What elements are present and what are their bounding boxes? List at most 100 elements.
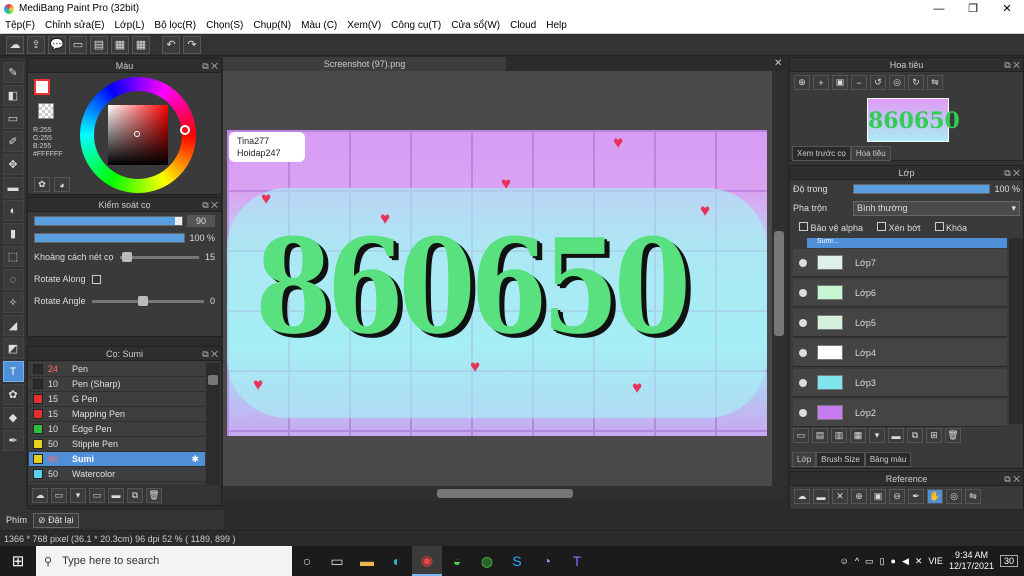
panel-close-icon[interactable]: ⧉ ✕ xyxy=(1004,472,1020,486)
divide-icon[interactable]: ✒ xyxy=(2,430,24,451)
reset-button[interactable]: ⊘ Đặt lại xyxy=(33,512,79,528)
delete-layer-icon[interactable]: 🗑 xyxy=(945,428,961,443)
chrome-icon[interactable]: ◉ xyxy=(412,546,442,576)
clock[interactable]: 9:34 AM 12/17/2021 xyxy=(949,550,994,572)
layer-scrollbar[interactable] xyxy=(1009,238,1023,424)
medibang-taskbar-icon[interactable]: ◒ xyxy=(442,546,472,576)
folder-icon[interactable]: ▬ xyxy=(108,487,124,503)
canvas-vertical-scrollbar[interactable] xyxy=(772,71,786,486)
menu-item[interactable]: Tệp(F) xyxy=(0,20,40,31)
navigator-thumbnail[interactable]: 860650 xyxy=(867,98,960,142)
edge-icon[interactable]: ◐ xyxy=(382,546,412,576)
layer-row[interactable]: Lớp2 xyxy=(793,399,1007,427)
document-tab[interactable]: Screenshot (97).png xyxy=(223,57,506,71)
panel-close-icon[interactable]: ⧉ ✕ xyxy=(202,59,218,73)
spacing-knob[interactable] xyxy=(121,251,132,262)
skype-icon[interactable]: S xyxy=(502,546,532,576)
visibility-icon[interactable] xyxy=(799,318,807,327)
windows-start-icon[interactable]: ⊞ xyxy=(0,546,36,576)
rotate-angle-knob[interactable] xyxy=(137,295,148,306)
maximize-button[interactable]: ❐ xyxy=(956,0,990,17)
copy-brush-icon[interactable]: ⧉ xyxy=(127,487,143,503)
layer-opacity-bar[interactable] xyxy=(853,184,990,194)
select-eraser-icon[interactable]: ◩ xyxy=(2,338,24,359)
layer-row[interactable]: Lớp7 xyxy=(793,249,1007,277)
menu-item[interactable]: Xem(V) xyxy=(342,20,386,31)
scroll-thumb[interactable] xyxy=(774,231,784,336)
magic-wand-icon[interactable]: ✧ xyxy=(2,292,24,313)
teams-icon[interactable]: T xyxy=(562,546,592,576)
canvas-area[interactable]: Tina277 Hoidap247 ♥ ♥ ♥ ♥ ♥ ♥ ♥ ♥ 860650 xyxy=(223,71,772,486)
clip-checkbox[interactable] xyxy=(877,221,887,231)
browser-icon[interactable]: ◍ xyxy=(472,546,502,576)
zoom-in-icon[interactable]: + xyxy=(813,75,829,90)
new-halftone-layer-icon[interactable]: ▤ xyxy=(812,428,828,443)
duplicate-layer-icon[interactable]: ⧉ xyxy=(907,428,923,443)
menu-item[interactable]: Lớp(L) xyxy=(110,20,150,31)
taskbar-search[interactable]: ⚲ Type here to search xyxy=(36,546,292,576)
brush-size-bar[interactable] xyxy=(34,216,183,226)
layer-menu-icon[interactable]: ▾ xyxy=(869,428,885,443)
open-folder-icon[interactable]: ▬ xyxy=(813,489,829,504)
language-indicator[interactable]: VIE xyxy=(928,556,943,566)
tab-brush-preview[interactable]: Xem trước cọ xyxy=(792,146,851,161)
eyedropper-icon[interactable]: ✒ xyxy=(908,489,924,504)
merge-layer-icon[interactable]: ⊞ xyxy=(926,428,942,443)
file-explorer-icon[interactable]: ▬ xyxy=(352,546,382,576)
undo-icon[interactable]: ↶ xyxy=(162,35,180,54)
color-palette-icon[interactable]: ◕ xyxy=(54,177,70,192)
layer-panel-tab[interactable]: Bảng màu xyxy=(864,452,912,467)
brush-item[interactable]: 10 Pen (Sharp) xyxy=(29,377,205,392)
lock-option[interactable]: Khóa xyxy=(929,221,967,233)
scroll-thumb[interactable] xyxy=(437,489,573,498)
brush-item[interactable]: 10 Edge Pen xyxy=(29,422,205,437)
reset-rotate-icon[interactable]: ◎ xyxy=(889,75,905,90)
grid-icon[interactable]: ▦ xyxy=(132,35,150,54)
network-icon[interactable]: ▭ xyxy=(865,556,874,567)
add-brush-icon[interactable]: ▾ xyxy=(70,487,86,503)
cloud-brush-icon[interactable]: ☁ xyxy=(32,487,48,503)
menu-item[interactable]: Chụp(N) xyxy=(248,20,296,31)
color-picker-icon[interactable]: ✿ xyxy=(34,177,50,192)
task-view-icon[interactable]: ▭ xyxy=(322,546,352,576)
rotate-along-checkbox[interactable] xyxy=(91,274,101,284)
show-hidden-icon[interactable]: ^ xyxy=(855,556,859,566)
fit-icon[interactable]: ▣ xyxy=(832,75,848,90)
layer-row[interactable]: Lớp4 xyxy=(793,339,1007,367)
operation-icon[interactable]: ✿ xyxy=(2,384,24,405)
panel-close-icon[interactable]: ⧉ ✕ xyxy=(1004,58,1020,72)
panel-close-icon[interactable]: ⧉ ✕ xyxy=(1004,166,1020,180)
visibility-icon[interactable] xyxy=(799,348,807,357)
move-icon[interactable]: ✥ xyxy=(2,154,24,175)
close-icon[interactable]: ✕ xyxy=(832,489,848,504)
brush-list-scrollbar[interactable] xyxy=(206,363,220,485)
menu-item[interactable]: Chọn(S) xyxy=(201,20,248,31)
new-8bit-layer-icon[interactable]: ▥ xyxy=(831,428,847,443)
brush-settings-icon[interactable]: ▭ xyxy=(89,487,105,503)
brush-item[interactable]: 15 G Pen xyxy=(29,392,205,407)
brush-size-value[interactable]: 90 xyxy=(187,215,215,227)
clip-option[interactable]: Xén bớt xyxy=(871,221,921,233)
rotate-icon[interactable]: ◎ xyxy=(946,489,962,504)
saturation-value-square[interactable] xyxy=(108,105,168,165)
flip-icon[interactable]: ⇋ xyxy=(927,75,943,90)
comment-icon[interactable]: 💬 xyxy=(48,35,66,54)
canvas-horizontal-scrollbar[interactable] xyxy=(223,486,786,500)
brush-item[interactable]: 90 Sumi ✱ xyxy=(29,452,205,467)
document-close-icon[interactable]: ✕ xyxy=(774,58,782,69)
panel-close-icon[interactable]: ⧉ ✕ xyxy=(202,347,218,361)
visibility-icon[interactable] xyxy=(799,288,807,297)
canvas-icon[interactable]: ▭ xyxy=(69,35,87,54)
rotate-angle-slider[interactable] xyxy=(91,295,204,306)
menu-item[interactable]: Công cụ(T) xyxy=(386,20,446,31)
layer-panel-tab[interactable]: Lớp xyxy=(792,452,817,467)
fill-icon[interactable]: ▬ xyxy=(2,177,24,198)
menu-item[interactable]: Help xyxy=(541,20,572,31)
spacing-slider[interactable] xyxy=(119,251,199,262)
artwork[interactable]: Tina277 Hoidap247 ♥ ♥ ♥ ♥ ♥ ♥ ♥ ♥ 860650 xyxy=(227,130,767,436)
new-brush-icon[interactable]: ▭ xyxy=(51,487,67,503)
cloud-icon[interactable]: ☁ xyxy=(794,489,810,504)
menu-item[interactable]: Màu (C) xyxy=(296,20,342,31)
export-icon[interactable]: ⇪ xyxy=(27,35,45,54)
microphone-icon[interactable]: ● xyxy=(891,556,896,566)
